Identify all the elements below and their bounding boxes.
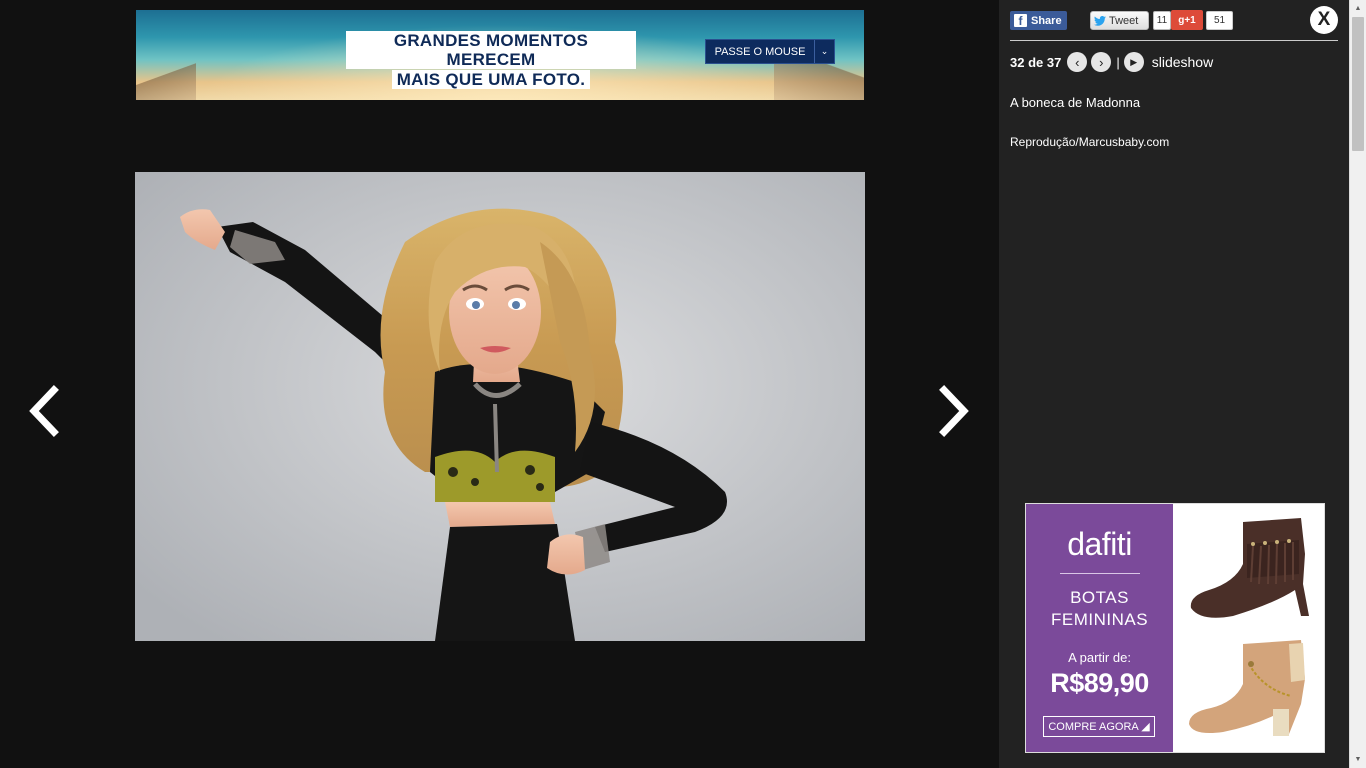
pager-prev-button[interactable]: ‹ bbox=[1067, 52, 1088, 72]
slideshow-play-button[interactable]: ▶ bbox=[1123, 52, 1144, 72]
chevron-right-icon: › bbox=[1099, 54, 1104, 70]
twitter-bird-icon bbox=[1094, 15, 1106, 26]
pager-next-button[interactable]: › bbox=[1091, 52, 1112, 72]
banner-stadium-left bbox=[136, 60, 196, 100]
facebook-icon: f bbox=[1014, 14, 1027, 27]
tweet-count-badge: 11 bbox=[1153, 11, 1171, 30]
chevron-right-icon bbox=[939, 385, 969, 437]
sidebar: f Share Tweet 11 g+1 51 X 32 de 37 ‹ › |… bbox=[999, 0, 1349, 768]
page-scrollbar[interactable]: ▲ ▼ bbox=[1349, 0, 1366, 768]
slide-caption: A boneca de Madonna bbox=[1010, 95, 1141, 110]
doll-photo-icon bbox=[135, 172, 865, 641]
scrollbar-thumb[interactable] bbox=[1352, 17, 1364, 151]
slide-pager: 32 de 37 ‹ › | ▶ slideshow bbox=[1010, 52, 1213, 72]
banner-headline: GRANDES MOMENTOS MERECEM MAIS QUE UMA FO… bbox=[346, 31, 636, 90]
dafiti-ad-product: BOTAS FEMININAS bbox=[1026, 587, 1173, 631]
banner-cta-button[interactable]: PASSE O MOUSE ⌄ bbox=[705, 39, 835, 64]
scroll-down-arrow-icon[interactable]: ▼ bbox=[1350, 751, 1366, 768]
dafiti-ad-price: R$89,90 bbox=[1050, 668, 1149, 698]
dafiti-ad-products-image bbox=[1173, 504, 1324, 752]
facebook-share-button[interactable]: f Share bbox=[1010, 11, 1067, 30]
pager-separator: | bbox=[1116, 54, 1120, 70]
slide-counter: 32 de 37 bbox=[1010, 54, 1062, 70]
dafiti-ad-product-line1: BOTAS bbox=[1070, 588, 1129, 607]
photo-credit: Reprodução/Marcusbaby.com bbox=[1010, 135, 1170, 149]
banner-headline-line2: MAIS QUE UMA FOTO. bbox=[391, 70, 591, 89]
close-button[interactable]: X bbox=[1310, 6, 1338, 34]
banner-cta-label: PASSE O MOUSE bbox=[714, 45, 806, 58]
dafiti-buy-now-button[interactable]: COMPRE AGORA ◢ bbox=[1043, 716, 1155, 737]
dafiti-ad-panel: dafiti BOTAS FEMININAS A partir de: R$89… bbox=[1026, 504, 1173, 752]
top-banner-ad[interactable]: GRANDES MOMENTOS MERECEM MAIS QUE UMA FO… bbox=[136, 10, 864, 100]
tweet-button[interactable]: Tweet bbox=[1090, 11, 1149, 30]
google-plus-one-button[interactable]: g+1 bbox=[1171, 10, 1203, 30]
previous-slide-button[interactable] bbox=[26, 384, 62, 438]
facebook-share-label: Share bbox=[1031, 14, 1062, 27]
google-plus-count-badge: 51 bbox=[1206, 11, 1233, 30]
sidebar-divider bbox=[1010, 40, 1338, 41]
slide-photo bbox=[135, 172, 865, 641]
dafiti-logo: dafiti bbox=[1067, 526, 1132, 562]
slideshow-stage: GRANDES MOMENTOS MERECEM MAIS QUE UMA FO… bbox=[0, 0, 999, 768]
chevron-down-icon: ⌄ bbox=[814, 40, 834, 63]
boots-icon bbox=[1189, 518, 1309, 736]
slideshow-link[interactable]: slideshow bbox=[1152, 54, 1213, 70]
dafiti-ad-from-label: A partir de: bbox=[1068, 650, 1131, 665]
dafiti-ad-rule bbox=[1060, 573, 1140, 574]
chevron-left-icon bbox=[29, 385, 59, 437]
next-slide-button[interactable] bbox=[936, 384, 972, 438]
scroll-up-arrow-icon[interactable]: ▲ bbox=[1350, 0, 1366, 17]
dafiti-ad[interactable]: dafiti BOTAS FEMININAS A partir de: R$89… bbox=[1025, 503, 1325, 753]
chevron-left-icon: ‹ bbox=[1075, 54, 1080, 70]
banner-headline-line1: GRANDES MOMENTOS MERECEM bbox=[346, 31, 636, 69]
dafiti-ad-product-line2: FEMININAS bbox=[1050, 610, 1149, 629]
play-icon: ▶ bbox=[1130, 56, 1138, 67]
tweet-label: Tweet bbox=[1109, 14, 1139, 27]
